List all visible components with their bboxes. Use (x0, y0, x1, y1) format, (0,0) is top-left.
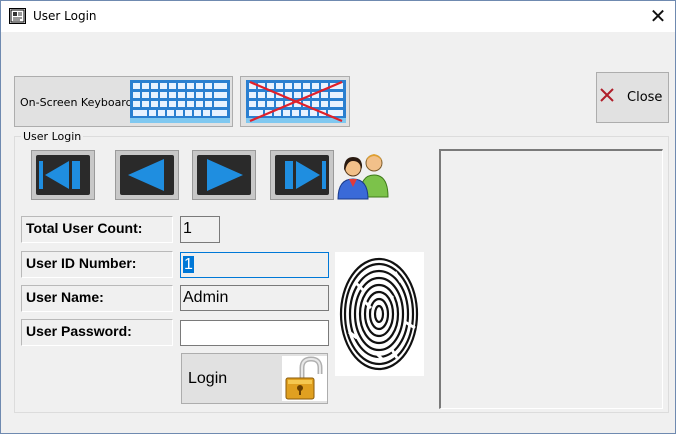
close-button-label: Close (627, 90, 663, 105)
login-button[interactable]: Login (181, 353, 328, 404)
login-button-label: Login (188, 370, 228, 387)
close-x-icon (600, 88, 614, 102)
total-user-count-label: Total User Count: (21, 216, 173, 243)
keyboard-icon (130, 80, 230, 123)
user-name-field[interactable]: Admin (180, 285, 329, 311)
keyboard-disabled-icon (246, 80, 346, 123)
previous-icon (128, 159, 164, 191)
users-icon (337, 154, 389, 200)
next-record-button[interactable] (192, 150, 256, 200)
skip-to-first-icon (39, 161, 80, 189)
unlocked-padlock-icon (282, 356, 327, 401)
on-screen-keyboard-button[interactable]: On-Screen Keyboard (14, 76, 233, 127)
close-button[interactable]: Close (596, 72, 669, 123)
user-login-window: User Login ✕ On-Screen Keyboard Close Us… (0, 0, 676, 434)
user-photo-box (439, 149, 663, 409)
window-title: User Login (33, 9, 97, 23)
next-icon (207, 159, 243, 191)
title-bar[interactable]: User Login ✕ (1, 1, 675, 32)
total-user-count-value: 1 (180, 216, 220, 243)
user-password-input[interactable] (180, 320, 329, 346)
user-id-number-label: User ID Number: (21, 251, 173, 278)
first-record-button[interactable] (31, 150, 95, 200)
window-close-button[interactable]: ✕ (641, 4, 675, 30)
user-id-number-input[interactable]: 1 (180, 252, 329, 278)
skip-to-last-icon (285, 161, 326, 189)
previous-record-button[interactable] (115, 150, 179, 200)
user-password-label: User Password: (21, 319, 173, 346)
fingerprint-panel (335, 252, 424, 376)
app-icon (9, 8, 26, 24)
last-record-button[interactable] (270, 150, 334, 200)
fingerprint-icon (339, 257, 419, 371)
group-label: User Login (21, 130, 84, 143)
user-name-label: User Name: (21, 285, 173, 312)
hide-keyboard-button[interactable] (240, 76, 350, 127)
user-id-selected-text: 1 (183, 256, 194, 273)
on-screen-keyboard-label: On-Screen Keyboard (20, 96, 133, 109)
